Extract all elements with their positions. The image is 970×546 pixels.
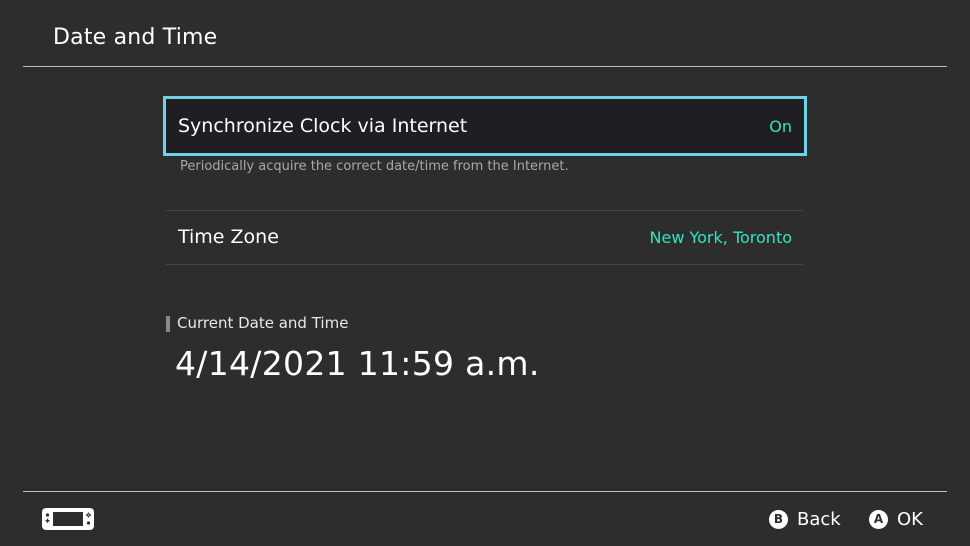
sync-clock-setting[interactable]: Synchronize Clock via Internet On xyxy=(163,96,807,156)
section-marker xyxy=(166,316,170,332)
time-zone-setting[interactable]: Time Zone New York, Toronto xyxy=(166,211,803,264)
header-divider xyxy=(23,66,947,67)
sync-clock-label: Synchronize Clock via Internet xyxy=(178,115,468,137)
a-button-icon: A xyxy=(869,509,888,529)
footer-divider xyxy=(23,491,947,492)
handheld-console-icon xyxy=(42,508,94,530)
time-zone-label: Time Zone xyxy=(178,226,279,248)
page-title: Date and Time xyxy=(53,25,218,50)
time-zone-value: New York, Toronto xyxy=(649,228,793,247)
back-button-label: Back xyxy=(797,508,841,530)
back-button[interactable]: B Back xyxy=(769,507,841,531)
ok-button-label: OK xyxy=(897,508,923,530)
b-button-icon: B xyxy=(769,509,788,529)
current-datetime-heading: Current Date and Time xyxy=(177,314,349,332)
list-divider xyxy=(166,264,803,265)
current-datetime-value: 4/14/2021 11:59 a.m. xyxy=(175,344,540,383)
sync-clock-value: On xyxy=(769,117,792,136)
date-time-settings-screen: Date and Time Synchronize Clock via Inte… xyxy=(0,0,970,546)
sync-clock-description: Periodically acquire the correct date/ti… xyxy=(180,159,569,174)
ok-button[interactable]: A OK xyxy=(869,507,923,531)
